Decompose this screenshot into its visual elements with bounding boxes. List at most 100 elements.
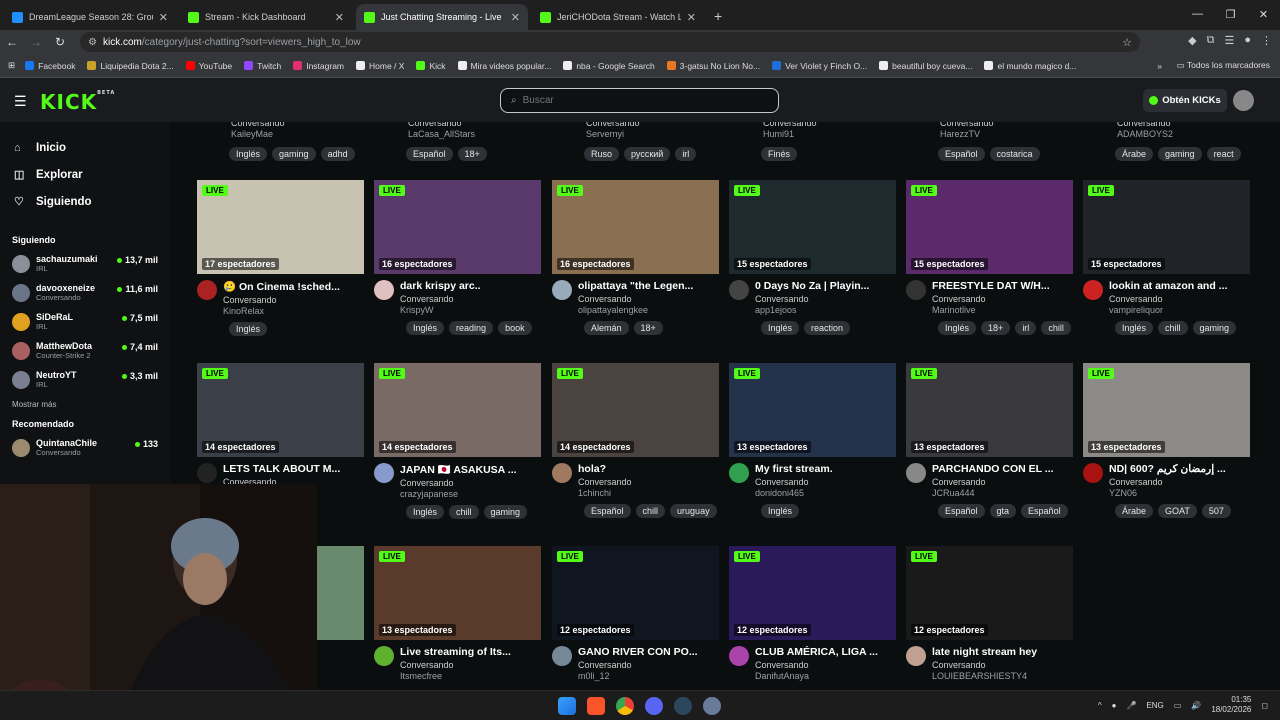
sidebar-channel[interactable]: SiDeRaL IRL 7,5 mil <box>0 307 170 336</box>
stream-category[interactable]: Conversando <box>932 477 1067 487</box>
streamer-username[interactable]: olipattayalengkee <box>578 305 713 315</box>
bookmark-item[interactable]: Mira videos popular... <box>457 61 551 71</box>
new-tab-icon[interactable]: + <box>714 8 722 24</box>
url-field[interactable]: ⚙ kick.com/category/just-chatting?sort=v… <box>80 32 1140 52</box>
tag-chip[interactable]: Inglés <box>406 505 445 519</box>
all-bookmarks[interactable]: ▭ Todos los marcadores <box>1177 60 1270 71</box>
browser-tab[interactable]: DreamLeague Season 28: Group ✕ <box>4 4 176 30</box>
streamer-avatar[interactable] <box>374 646 394 666</box>
tag-chip[interactable]: reading <box>449 321 494 335</box>
stream-title[interactable]: hola? <box>578 463 713 475</box>
tag-chip[interactable]: 18+ <box>633 321 663 335</box>
apps-grid-icon[interactable]: ⊞ <box>8 60 15 71</box>
sidebar-channel[interactable]: sachauzumaki IRL 13,7 mil <box>0 249 170 278</box>
streamer-avatar[interactable] <box>729 646 749 666</box>
streamer-avatar[interactable] <box>552 463 572 483</box>
browser-menu-icon[interactable]: ⋮ <box>1261 34 1272 47</box>
stream-card[interactable]: LIVE 14 espectadores hola? Conversando 1chin… <box>552 363 719 518</box>
stream-card[interactable]: LIVE 15 espectadores lookin at amazon and … <box>1083 180 1250 335</box>
tag-chip[interactable]: Árabe <box>1115 504 1154 518</box>
tag-chip[interactable]: gaming <box>272 147 316 161</box>
stream-card[interactable]: LIVE 12 espectadores late night stream hey… <box>906 546 1073 681</box>
tag-chip[interactable]: Finés <box>761 147 798 161</box>
bookmark-item[interactable]: Home / X <box>356 61 404 71</box>
partial-stream-card[interactable]: Conversando ADAMBOYS2 Árabe gaming react <box>1083 122 1250 161</box>
search-input[interactable] <box>522 95 723 106</box>
kick-logo[interactable]: KICKBETA <box>40 90 115 114</box>
tag-chip[interactable]: chill <box>1041 321 1071 335</box>
tag-chip[interactable]: gaming <box>1192 321 1237 335</box>
stream-category[interactable]: Conversando <box>1109 477 1244 487</box>
tag-chip[interactable]: Inglés <box>229 147 268 161</box>
streamer-username[interactable]: app1ejoos <box>755 305 890 315</box>
streamer-avatar[interactable] <box>197 280 217 300</box>
stream-thumbnail[interactable]: LIVE 16 espectadores <box>552 180 719 274</box>
reload-icon[interactable]: ↻ <box>48 35 72 49</box>
stream-title[interactable]: dark krispy arc.. <box>400 280 535 292</box>
stream-category[interactable]: Conversando <box>400 478 535 488</box>
streamer-username[interactable]: YZN06 <box>1109 488 1244 498</box>
tag-chip[interactable]: Español <box>938 504 985 518</box>
stream-title[interactable]: LETS TALK ABOUT M... <box>223 463 358 475</box>
search-box[interactable]: ⌕ <box>500 88 779 113</box>
minimize-icon[interactable]: — <box>1181 0 1214 28</box>
tag-chip[interactable]: Inglés <box>761 504 800 518</box>
extension-icon[interactable]: ◆ <box>1188 34 1196 47</box>
stream-card[interactable]: LIVE 16 espectadores dark krispy arc.. Conv… <box>374 180 541 335</box>
stream-title[interactable]: FREESTYLE DAT W/H... <box>932 280 1067 292</box>
get-kicks-button[interactable]: Obtén KICKs <box>1143 89 1227 112</box>
tag-chip[interactable]: Inglés <box>938 321 977 335</box>
tag-chip[interactable]: 18+ <box>457 147 487 161</box>
streamer-username[interactable]: donidoni465 <box>755 488 890 498</box>
stream-category[interactable]: Conversando <box>755 660 890 670</box>
tag-chip[interactable]: Ruso <box>584 147 620 161</box>
stream-card[interactable]: LIVE 13 espectadores PARCHANDO CON EL ... C… <box>906 363 1073 518</box>
tag-chip[interactable]: irl <box>675 147 697 161</box>
tag-chip[interactable]: adhd <box>320 147 355 161</box>
language-indicator[interactable]: ENG <box>1146 701 1163 710</box>
tag-chip[interactable]: chill <box>449 505 479 519</box>
back-icon[interactable]: ← <box>0 35 24 49</box>
network-icon[interactable]: ▭ <box>1174 701 1182 710</box>
tag-chip[interactable]: gaming <box>483 505 528 519</box>
chrome-icon[interactable] <box>616 697 634 715</box>
tag-chip[interactable]: Español <box>406 147 453 161</box>
stream-thumbnail[interactable]: LIVE 12 espectadores <box>552 546 719 640</box>
streamer-avatar[interactable] <box>729 280 749 300</box>
tag-chip[interactable]: Español <box>938 147 985 161</box>
stream-card[interactable]: LIVE 13 espectadores Live streaming of Its… <box>374 546 541 681</box>
bookmark-item[interactable]: YouTube <box>185 61 232 71</box>
steam-icon[interactable] <box>674 697 692 715</box>
sidebar-channel[interactable]: NeutroYT IRL 3,3 mil <box>0 365 170 394</box>
streamer-avatar[interactable] <box>552 646 572 666</box>
stream-thumbnail[interactable]: LIVE 15 espectadores <box>729 180 896 274</box>
tag-chip[interactable]: Alemán <box>584 321 629 335</box>
tag-chip[interactable]: costarica <box>989 147 1040 161</box>
tag-chip[interactable]: Inglés <box>1115 321 1154 335</box>
streamer-avatar[interactable] <box>906 646 926 666</box>
stream-category[interactable]: Conversando <box>578 294 713 304</box>
stream-title[interactable]: lookin at amazon and ... <box>1109 280 1244 292</box>
tag-chip[interactable]: Inglés <box>406 321 445 335</box>
user-avatar[interactable] <box>1233 90 1254 111</box>
notifications-icon[interactable]: ◻ <box>1261 701 1268 710</box>
bookmark-item[interactable]: Twitch <box>244 61 281 71</box>
stream-category[interactable]: Conversando <box>223 295 358 305</box>
reading-list-icon[interactable]: ☰ <box>1224 34 1234 47</box>
streamer-username[interactable]: KinoRelax <box>223 306 358 316</box>
extensions-puzzle-icon[interactable]: ⧉ <box>1207 34 1215 47</box>
stream-thumbnail[interactable]: LIVE 14 espectadores <box>552 363 719 457</box>
streamer-avatar[interactable] <box>197 463 217 483</box>
streamer-username[interactable]: LOUIEBEARSHIESTY4 <box>932 671 1067 681</box>
streamer-username[interactable]: JCRua444 <box>932 488 1067 498</box>
partial-stream-card[interactable]: Conversando KaileyMae Inglés gaming adhd <box>197 122 364 161</box>
bookmarks-overflow-icon[interactable]: » <box>1157 61 1162 71</box>
partial-stream-card[interactable]: Conversando HarezzTV Español costarica <box>906 122 1073 161</box>
tag-chip[interactable]: gta <box>989 504 1017 518</box>
sidebar-channel[interactable]: davooxeneize Conversando 11,6 mil <box>0 278 170 307</box>
tag-chip[interactable]: Inglés <box>229 322 268 336</box>
sidebar-channel[interactable]: MatthewDota Counter-Strike 2 7,4 mil <box>0 336 170 365</box>
stream-title[interactable]: My first stream. <box>755 463 890 475</box>
tag-chip[interactable]: book <box>498 321 532 335</box>
microphone-icon[interactable]: 🎤 <box>1126 701 1136 710</box>
